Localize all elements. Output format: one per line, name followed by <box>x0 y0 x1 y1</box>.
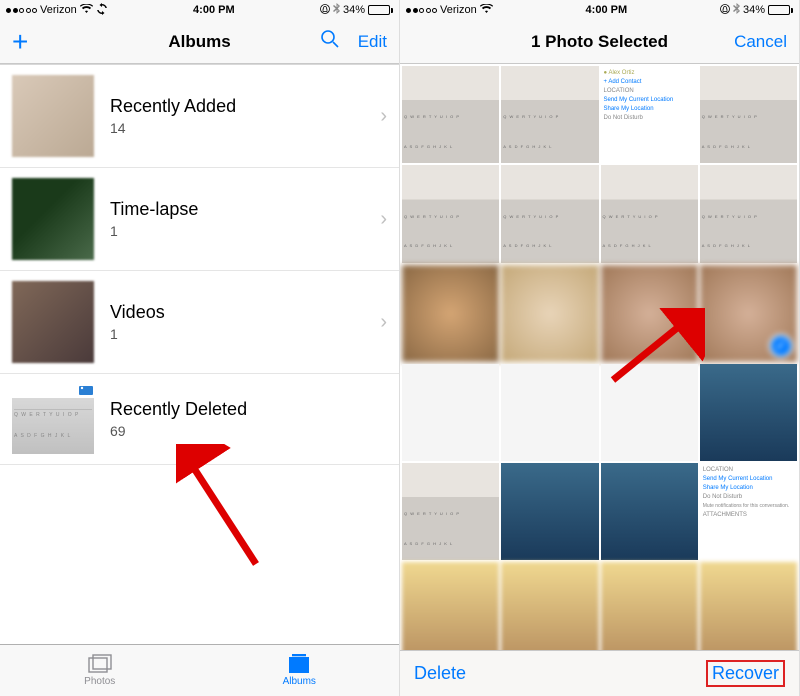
status-bar: Verizon 4:00 PM 34% <box>0 0 399 20</box>
chevron-right-icon: › <box>380 208 387 231</box>
photo-thumb[interactable]: Q W E R T Y U I O PA S D F G H J K L <box>501 66 598 163</box>
photo-thumb[interactable] <box>402 265 499 362</box>
battery-percent: 34% <box>343 4 365 16</box>
nav-title: Albums <box>168 32 230 52</box>
signal-dots <box>406 8 437 13</box>
photo-thumb[interactable]: LOCATIONSend My Current LocationShare My… <box>700 463 797 560</box>
photo-thumb[interactable] <box>501 364 598 461</box>
photo-thumb[interactable] <box>601 364 698 461</box>
wifi-icon <box>80 4 93 17</box>
photo-thumb[interactable]: ● Alex Ortiz+ Add ContactLOCATIONSend My… <box>601 66 698 163</box>
signal-dots <box>6 8 37 13</box>
delete-button[interactable]: Delete <box>414 663 466 684</box>
cancel-button[interactable]: Cancel <box>734 32 787 52</box>
photo-thumb[interactable] <box>601 562 698 650</box>
photo-thumb[interactable]: Q W E R T Y U I O PA S D F G H J K L <box>402 463 499 560</box>
album-row-recently-added[interactable]: Recently Added 14 › <box>0 65 399 168</box>
nav-bar: + Albums Edit <box>0 20 399 64</box>
photo-thumb[interactable] <box>402 562 499 650</box>
photo-thumb[interactable] <box>402 364 499 461</box>
recover-button[interactable]: Recover <box>706 660 785 687</box>
albums-tab-icon <box>286 654 312 676</box>
photo-thumb[interactable] <box>501 463 598 560</box>
search-icon[interactable] <box>320 29 340 54</box>
carrier-label: Verizon <box>440 4 477 16</box>
add-button[interactable]: + <box>12 26 28 58</box>
albums-screen: Verizon 4:00 PM 34% + Albums <box>0 0 400 696</box>
album-title: Time-lapse <box>110 199 380 220</box>
photos-tab-icon <box>87 654 113 676</box>
chevron-right-icon: › <box>380 311 387 334</box>
wifi-icon <box>480 4 493 17</box>
lock-icon <box>320 4 330 17</box>
battery-icon <box>768 5 793 15</box>
recently-deleted-screen: Verizon 4:00 PM 34% 1 Photo Selected Can… <box>400 0 800 696</box>
tab-photos[interactable]: Photos <box>0 645 200 696</box>
sync-icon <box>96 3 108 18</box>
tab-albums[interactable]: Albums <box>200 645 400 696</box>
tab-label: Photos <box>84 676 115 687</box>
photo-thumb[interactable] <box>501 562 598 650</box>
status-time: 4:00 PM <box>586 4 628 16</box>
album-count: 69 <box>110 423 387 439</box>
nav-title: 1 Photo Selected <box>531 32 668 52</box>
bottom-toolbar: Delete Recover <box>400 650 799 696</box>
photo-thumb[interactable] <box>601 265 698 362</box>
photo-thumb[interactable]: Q W E R T Y U I O PA S D F G H J K L <box>700 66 797 163</box>
photo-grid[interactable]: Q W E R T Y U I O PA S D F G H J K L Q W… <box>400 64 799 650</box>
photo-thumb[interactable]: Q W E R T Y U I O PA S D F G H J K L <box>402 165 499 262</box>
album-title: Recently Deleted <box>110 399 387 420</box>
album-thumb <box>12 281 94 363</box>
chevron-right-icon: › <box>380 105 387 128</box>
bluetooth-icon <box>733 3 740 17</box>
tab-label: Albums <box>283 676 316 687</box>
album-thumb <box>12 75 94 157</box>
battery-percent: 34% <box>743 4 765 16</box>
album-thumb <box>12 178 94 260</box>
photo-thumb[interactable]: Q W E R T Y U I O PA S D F G H J K L <box>700 165 797 262</box>
photo-thumb[interactable]: Q W E R T Y U I O PA S D F G H J K L <box>402 66 499 163</box>
album-title: Recently Added <box>110 96 380 117</box>
photo-thumb[interactable] <box>501 265 598 362</box>
status-time: 4:00 PM <box>193 4 235 16</box>
album-row-videos[interactable]: Videos 1 › <box>0 271 399 374</box>
album-count: 14 <box>110 120 380 136</box>
album-count: 1 <box>110 223 380 239</box>
photo-thumb-selected[interactable]: ✓ <box>700 265 797 362</box>
photo-thumb[interactable]: Q W E R T Y U I O PA S D F G H J K L <box>601 165 698 262</box>
bluetooth-icon <box>333 3 340 17</box>
photo-thumb[interactable] <box>601 463 698 560</box>
photo-thumb[interactable]: Q W E R T Y U I O PA S D F G H J K L <box>501 165 598 262</box>
edit-button[interactable]: Edit <box>358 32 387 52</box>
checkmark-icon: ✓ <box>769 334 793 358</box>
status-bar: Verizon 4:00 PM 34% <box>400 0 799 20</box>
photo-thumb[interactable] <box>700 364 797 461</box>
lock-icon <box>720 4 730 17</box>
tab-bar: Photos Albums <box>0 644 399 696</box>
album-row-time-lapse[interactable]: Time-lapse 1 › <box>0 168 399 271</box>
album-title: Videos <box>110 302 380 323</box>
album-row-recently-deleted[interactable]: Q W E R T Y U I O P A S D F G H J K L Re… <box>0 374 399 465</box>
nav-bar: 1 Photo Selected Cancel <box>400 20 799 64</box>
album-count: 1 <box>110 326 380 342</box>
album-list[interactable]: Recently Added 14 › Time-lapse 1 › Video… <box>0 64 399 644</box>
battery-icon <box>368 5 393 15</box>
carrier-label: Verizon <box>40 4 77 16</box>
photo-thumb[interactable] <box>700 562 797 650</box>
